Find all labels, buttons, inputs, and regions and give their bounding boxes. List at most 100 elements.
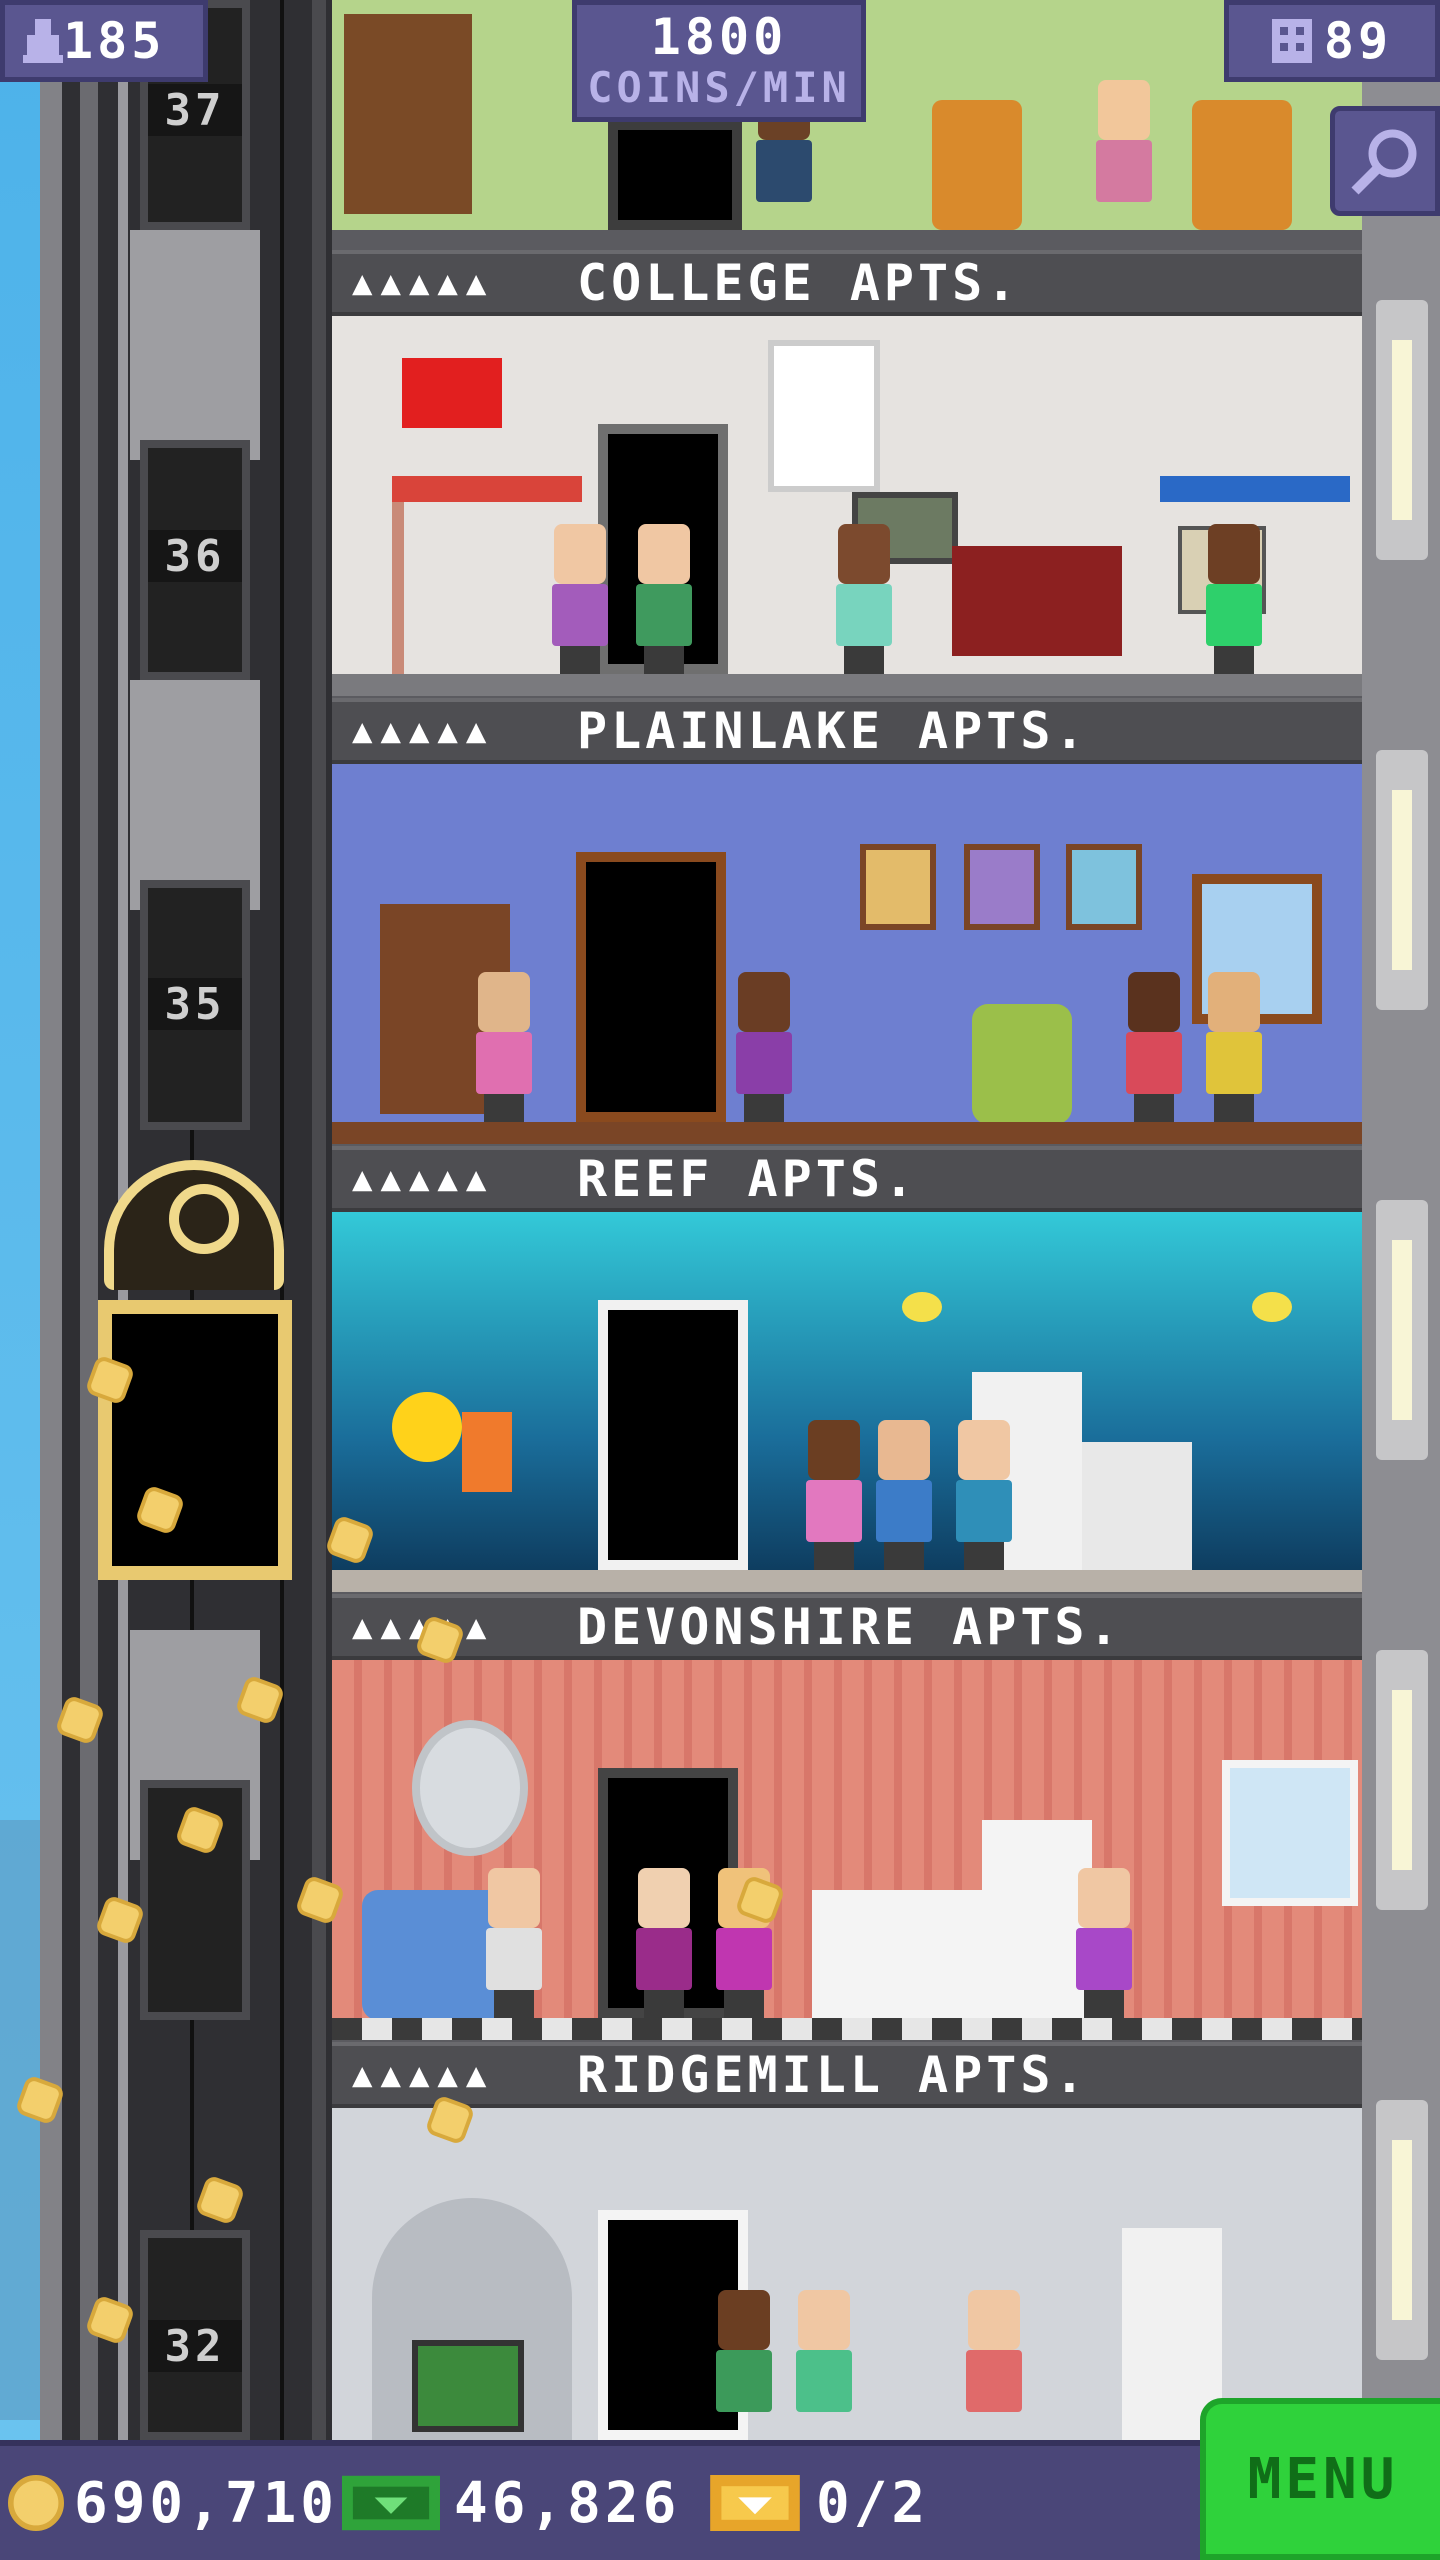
menu-button[interactable]: MENU [1200, 2398, 1440, 2560]
armchair [932, 100, 1022, 230]
bitizen[interactable] [792, 2290, 856, 2440]
cabinet [952, 546, 1122, 656]
bux-icon [342, 2475, 440, 2531]
coral [462, 1412, 512, 1492]
bux-display[interactable]: 46,826 [342, 2468, 680, 2538]
window [1222, 1760, 1358, 1906]
bunk-bed [392, 476, 582, 502]
bitizen[interactable] [548, 524, 612, 674]
floorboard [332, 1570, 1362, 1592]
floorboard [332, 2018, 1362, 2040]
television [412, 2340, 524, 2432]
elevator-floor-number: 32 [148, 2320, 242, 2372]
fish [902, 1292, 942, 1322]
room-doorway [598, 1300, 748, 1570]
bitizen[interactable] [482, 1868, 546, 2018]
residents-icons: ▲▲▲▲▲ [352, 2055, 495, 2095]
kitchen-counter [812, 1890, 982, 2020]
floor-name: RIDGEMILL APTS. [577, 2046, 1089, 2104]
picture-frame [1066, 844, 1142, 930]
floor-label-devonshire[interactable]: ▲▲▲▲▲ DEVONSHIRE APTS. [332, 1594, 1362, 1660]
armchair [1192, 100, 1292, 230]
bitizen[interactable] [1092, 80, 1156, 230]
floor-room-plainlake[interactable] [332, 764, 1362, 1144]
bitizen[interactable] [732, 972, 796, 1122]
bitizen[interactable] [962, 2290, 1026, 2440]
coins-rate-unit: COINS/MIN [587, 63, 851, 112]
floor-name: PLAINLAKE APTS. [577, 702, 1089, 760]
building-window [1376, 1650, 1428, 1910]
coins-display[interactable]: 690,710 [8, 2468, 338, 2538]
building-window [1376, 750, 1428, 1010]
bitizen[interactable] [802, 1420, 866, 1570]
floor-name: REEF APTS. [577, 1150, 919, 1208]
building-window [1376, 1200, 1428, 1460]
floorboard [332, 1122, 1362, 1144]
coins-rate-value: 1800 [650, 8, 788, 66]
residents-icons: ▲▲▲▲▲ [352, 263, 495, 303]
floor-room-devonshire[interactable] [332, 1660, 1362, 2040]
search-button[interactable] [1330, 106, 1440, 216]
floorboard [332, 674, 1362, 696]
golden-elevator-crown [104, 1160, 284, 1290]
room-doorway [608, 120, 742, 230]
bitizen[interactable] [1122, 972, 1186, 1122]
bitizen[interactable] [712, 2290, 776, 2440]
bitizen[interactable] [632, 524, 696, 674]
floor-name: DEVONSHIRE APTS. [577, 1598, 1123, 1656]
bitizen[interactable] [632, 1868, 696, 2018]
building-window [1376, 2100, 1428, 2360]
bitizen[interactable] [872, 1420, 936, 1570]
floor-room-college[interactable] [332, 316, 1362, 696]
elevator-floor-number: 35 [148, 978, 242, 1030]
bookshelf [344, 14, 472, 214]
coin-icon [8, 2475, 64, 2531]
floor-label-ridgemill[interactable]: ▲▲▲▲▲ RIDGEMILL APTS. [332, 2042, 1362, 2108]
coral [392, 1392, 462, 1462]
bitizen[interactable] [472, 972, 536, 1122]
golden-elevator-door [98, 1300, 292, 1580]
elevator-car-empty [130, 230, 260, 460]
residents-icons: ▲▲▲▲▲ [352, 711, 495, 751]
stove [1082, 1442, 1192, 1572]
floor-label-reef[interactable]: ▲▲▲▲▲ REEF APTS. [332, 1146, 1362, 1212]
bunk-bed [1160, 476, 1350, 502]
population-counter[interactable]: 185 [0, 0, 208, 82]
tickets-value: 0/2 [816, 2470, 930, 2536]
elevator-car-empty [130, 680, 260, 910]
floor-room-reef[interactable] [332, 1212, 1362, 1592]
building-window [1376, 300, 1428, 560]
floor-label-plainlake[interactable]: ▲▲▲▲▲ PLAINLAKE APTS. [332, 698, 1362, 764]
bitizen[interactable] [1202, 524, 1266, 674]
population-value: 185 [63, 12, 166, 70]
armchair [972, 1004, 1072, 1124]
bux-value: 46,826 [454, 2470, 681, 2536]
tickets-display[interactable]: 0/2 [710, 2468, 929, 2538]
search-icon [1351, 129, 1417, 195]
poster [768, 340, 880, 492]
building-icon [1271, 19, 1312, 63]
residents-icons: ▲▲▲▲▲ [352, 1159, 495, 1199]
floor-count-display[interactable]: 89 [1224, 0, 1440, 82]
wall-mirror [412, 1720, 528, 1856]
floor-room-ridgemill[interactable] [332, 2108, 1362, 2440]
elevator-floor-number: 36 [148, 530, 242, 582]
fish [1252, 1292, 1292, 1322]
floor-label-college[interactable]: ▲▲▲▲▲ COLLEGE APTS. [332, 250, 1362, 316]
bitizen[interactable] [1072, 1868, 1136, 2018]
ticket-icon [710, 2475, 800, 2531]
elevator-floor-number: 37 [148, 84, 242, 136]
picture-frame [964, 844, 1040, 930]
floor-count-value: 89 [1323, 12, 1393, 70]
coins-value: 690,710 [74, 2470, 339, 2536]
room-doorway [576, 852, 726, 1122]
pennant-flag [402, 358, 502, 428]
picture-frame [860, 844, 936, 930]
bunk-bed-post [392, 502, 404, 674]
bitizen[interactable] [832, 524, 896, 674]
coins-rate-display[interactable]: 1800 COINS/MIN [572, 0, 866, 122]
person-icon [23, 19, 63, 63]
bitizen[interactable] [952, 1420, 1016, 1570]
bitizen[interactable] [1202, 972, 1266, 1122]
floor-name: COLLEGE APTS. [577, 254, 1021, 312]
